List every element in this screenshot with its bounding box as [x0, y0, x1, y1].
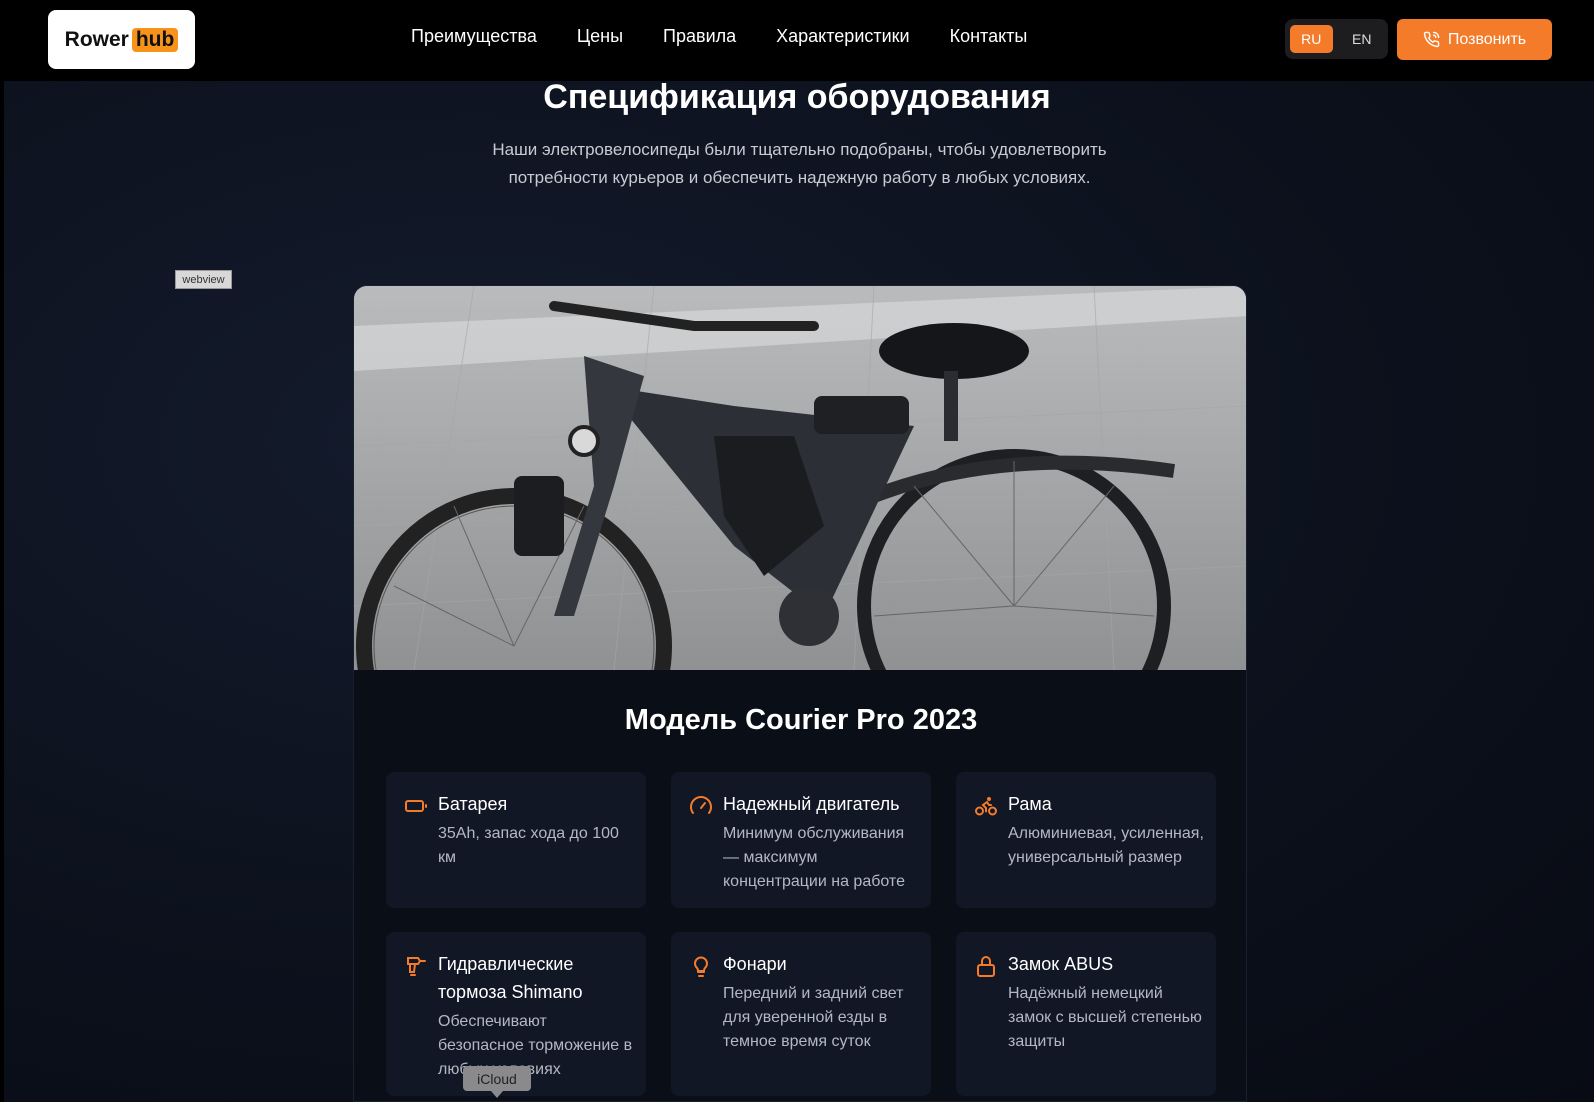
feature-desc: Алюминиевая, усиленная, универсальный ра…: [1008, 825, 1204, 866]
main-nav: Преимущества Цены Правила Характеристики…: [411, 26, 1067, 47]
section-subtitle: Наши электровелосипеды были тщательно по…: [492, 140, 1107, 187]
nav-rules[interactable]: Правила: [663, 26, 736, 47]
phone-icon: [1423, 31, 1440, 48]
battery-icon: [405, 800, 427, 812]
nav-prices[interactable]: Цены: [577, 26, 623, 47]
nav-advantages[interactable]: Преимущества: [411, 26, 537, 47]
feature-card-lights: Фонари Передний и задний свет для уверен…: [671, 932, 931, 1096]
lock-icon: [977, 956, 995, 977]
nav-contacts[interactable]: Контакты: [950, 26, 1028, 47]
logo-badge: hub: [131, 27, 179, 52]
icloud-tooltip: iCloud: [463, 1066, 531, 1098]
section-title: Спецификация оборудования: [543, 78, 1051, 116]
drill-icon: [407, 957, 426, 976]
call-label: Позвонить: [1447, 30, 1527, 48]
model-title: Модель Courier Pro 2023: [624, 704, 978, 736]
lightbulb-icon: [694, 956, 708, 977]
feature-title: Рама: [1008, 794, 1052, 814]
feature-card-battery: Батарея 35Ah, запас хода до 100 км: [386, 772, 646, 908]
feature-title: Гидравлические тормоза Shimano: [438, 954, 583, 1002]
feature-desc: Надёжный немецкий замок с высшей степень…: [1008, 985, 1202, 1050]
top-navbar: Rower hub Преимущества Цены Правила Хара…: [4, 0, 1594, 81]
nav-specs[interactable]: Характеристики: [776, 26, 909, 47]
webview-tag: webview: [175, 270, 232, 289]
feature-card-motor: Надежный двигатель Минимум обслуживания …: [671, 772, 931, 908]
feature-desc: Минимум обслуживания — максимум концентр…: [723, 825, 905, 890]
feature-title: Фонари: [723, 954, 787, 974]
call-button[interactable]: Позвонить: [1397, 19, 1552, 60]
logo-text: Rower: [64, 27, 129, 51]
bike-icon: [975, 797, 997, 816]
feature-title: Замок ABUS: [1008, 954, 1114, 974]
feature-card-lock: Замок ABUS Надёжный немецкий замок с выс…: [956, 932, 1216, 1096]
bike-photo: [354, 286, 1246, 670]
feature-desc: Передний и задний свет для уверенной езд…: [723, 985, 904, 1050]
lang-ru-button[interactable]: RU: [1290, 25, 1333, 53]
logo[interactable]: Rower hub: [48, 10, 195, 69]
model-card: Модель Courier Pro 2023 Батарея 35Ah, за…: [353, 285, 1247, 1102]
feature-desc: 35Ah, запас хода до 100 км: [438, 825, 619, 866]
feature-title: Батарея: [438, 794, 508, 814]
feature-title: Надежный двигатель: [723, 794, 900, 814]
language-switcher: RU EN: [1285, 19, 1388, 59]
lang-en-button[interactable]: EN: [1341, 25, 1384, 53]
gauge-icon: [690, 796, 712, 814]
left-edge: [0, 0, 4, 1102]
feature-card-frame: Рама Алюминиевая, усиленная, универсальн…: [956, 772, 1216, 908]
